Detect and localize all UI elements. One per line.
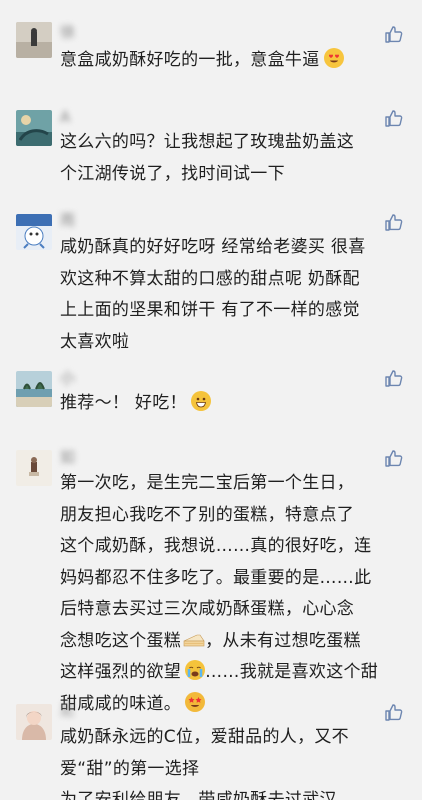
comment-text: 意盒咸奶酥好吃的一批，意盒牛逼 bbox=[60, 45, 404, 77]
avatar[interactable] bbox=[16, 214, 52, 250]
heart-eyes-emoji bbox=[323, 48, 344, 68]
crying-emoji bbox=[185, 660, 206, 680]
avatar[interactable] bbox=[16, 22, 52, 58]
cake-emoji bbox=[183, 633, 205, 647]
thumbs-up-icon[interactable] bbox=[384, 702, 404, 722]
avatar[interactable] bbox=[16, 110, 52, 146]
nickname[interactable]: A bbox=[60, 107, 70, 127]
comment-text: 咸奶酥永远的C位，爱甜品的人，又不 爱“甜”的第一选择 为了安利给朋友，带咸奶酥… bbox=[60, 727, 355, 800]
avatar[interactable] bbox=[16, 450, 52, 486]
nickname[interactable]: 雨 bbox=[60, 210, 75, 230]
thumbs-up-icon[interactable] bbox=[384, 24, 404, 44]
thumbs-up-icon[interactable] bbox=[384, 448, 404, 468]
comment-text: 这么六的吗？让我想起了玫瑰盐奶盖这 个江湖传说了，找时间试一下 bbox=[60, 132, 355, 184]
thumbs-up-icon[interactable] bbox=[384, 212, 404, 232]
comment-list: 徐 意盒咸奶酥好吃的一批，意盒牛逼 A 这么六的吗？让我想起了玫瑰盐奶盖这 个江… bbox=[0, 0, 422, 800]
avatar[interactable] bbox=[16, 704, 52, 740]
comment-text: 咸奶酥真的好好吃呀 经常给老婆买 很喜 欢这种不算太甜的口感的甜点呢 奶酥配 上… bbox=[60, 237, 366, 352]
grin-emoji bbox=[190, 391, 211, 411]
avatar[interactable] bbox=[16, 371, 52, 407]
nickname[interactable]: 小 bbox=[60, 368, 75, 388]
nickname[interactable]: 徐 bbox=[60, 22, 75, 42]
thumbs-up-icon[interactable] bbox=[384, 368, 404, 388]
thumbs-up-icon[interactable] bbox=[384, 108, 404, 128]
comment-text: 第一次吃，是生完二宝后第一个生日， 朋友担心我吃不了别的蛋糕，特意点了 这个咸奶… bbox=[60, 473, 379, 714]
nickname[interactable]: 如 bbox=[60, 447, 75, 467]
nickname[interactable]: 尼 bbox=[60, 700, 75, 720]
star-struck-emoji bbox=[185, 691, 206, 712]
comment-text: 推荐～！ 好吃！ bbox=[60, 388, 404, 420]
